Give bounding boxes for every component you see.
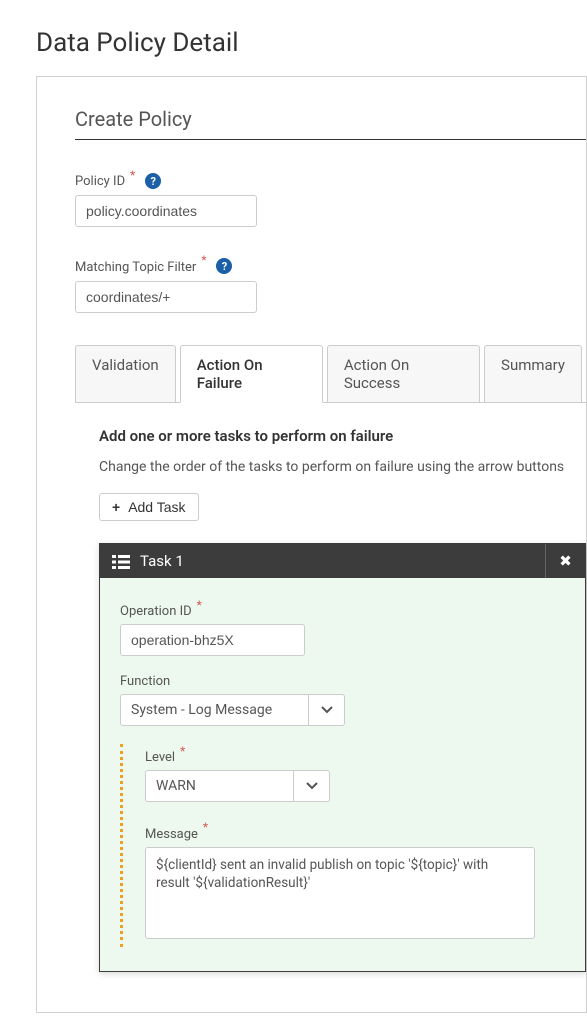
level-select[interactable]: WARN [145, 770, 330, 802]
failure-heading: Add one or more tasks to perform on fail… [99, 427, 586, 445]
required-mark: * [201, 253, 206, 267]
topic-filter-group: Matching Topic Filter * ? [75, 253, 586, 312]
required-mark: * [130, 168, 135, 182]
tab-action-on-failure[interactable]: Action On Failure [180, 345, 323, 403]
level-label: Level [145, 750, 175, 765]
plus-icon: + [112, 499, 120, 515]
page-title: Data Policy Detail [0, 0, 587, 76]
topic-filter-input[interactable] [75, 281, 257, 313]
topic-filter-label: Matching Topic Filter [75, 260, 196, 275]
function-label: Function [120, 674, 170, 689]
operation-id-input[interactable] [120, 624, 305, 656]
task-title: Task 1 [140, 552, 184, 570]
operation-id-group: Operation ID * [120, 598, 565, 656]
chevron-down-icon [293, 771, 329, 801]
function-value: System - Log Message [121, 702, 308, 718]
tab-content-failure: Add one or more tasks to perform on fail… [75, 403, 586, 972]
message-group: Message * [145, 820, 565, 942]
required-mark: * [197, 598, 202, 612]
message-textarea[interactable] [145, 847, 535, 939]
task-close-button[interactable]: ✖ [545, 544, 585, 578]
task-card: Task 1 ✖ Operation ID * Function [99, 543, 586, 972]
tab-bar: Validation Action On Failure Action On S… [75, 345, 586, 403]
policy-id-input[interactable] [75, 195, 257, 227]
tab-validation[interactable]: Validation [75, 345, 176, 402]
tab-action-on-success[interactable]: Action On Success [327, 345, 480, 402]
task-header: Task 1 ✖ [100, 544, 585, 578]
policy-panel: Create Policy Policy ID * ? Matching Top… [36, 76, 587, 1013]
policy-id-label: Policy ID [75, 174, 125, 189]
required-mark: * [180, 744, 185, 758]
chevron-down-icon [308, 695, 344, 725]
task-body: Operation ID * Function System - Log Mes… [100, 578, 585, 971]
failure-description: Change the order of the tasks to perform… [99, 459, 586, 475]
panel-title: Create Policy [75, 107, 586, 140]
function-group: Function System - Log Message [120, 670, 565, 726]
tab-summary[interactable]: Summary [484, 345, 582, 402]
level-value: WARN [146, 778, 293, 794]
policy-id-group: Policy ID * ? [75, 168, 586, 227]
task-list-icon [112, 554, 130, 568]
task-header-main[interactable]: Task 1 [100, 544, 545, 578]
function-params: Level * WARN Message * [120, 744, 565, 947]
add-task-button[interactable]: + Add Task [99, 493, 199, 521]
function-select[interactable]: System - Log Message [120, 694, 345, 726]
help-icon[interactable]: ? [145, 173, 161, 189]
level-group: Level * WARN [145, 744, 565, 802]
operation-id-label: Operation ID [120, 604, 192, 619]
message-label: Message [145, 827, 198, 842]
add-task-label: Add Task [128, 499, 185, 515]
required-mark: * [203, 820, 208, 834]
close-icon: ✖ [559, 552, 572, 570]
help-icon[interactable]: ? [216, 258, 232, 274]
